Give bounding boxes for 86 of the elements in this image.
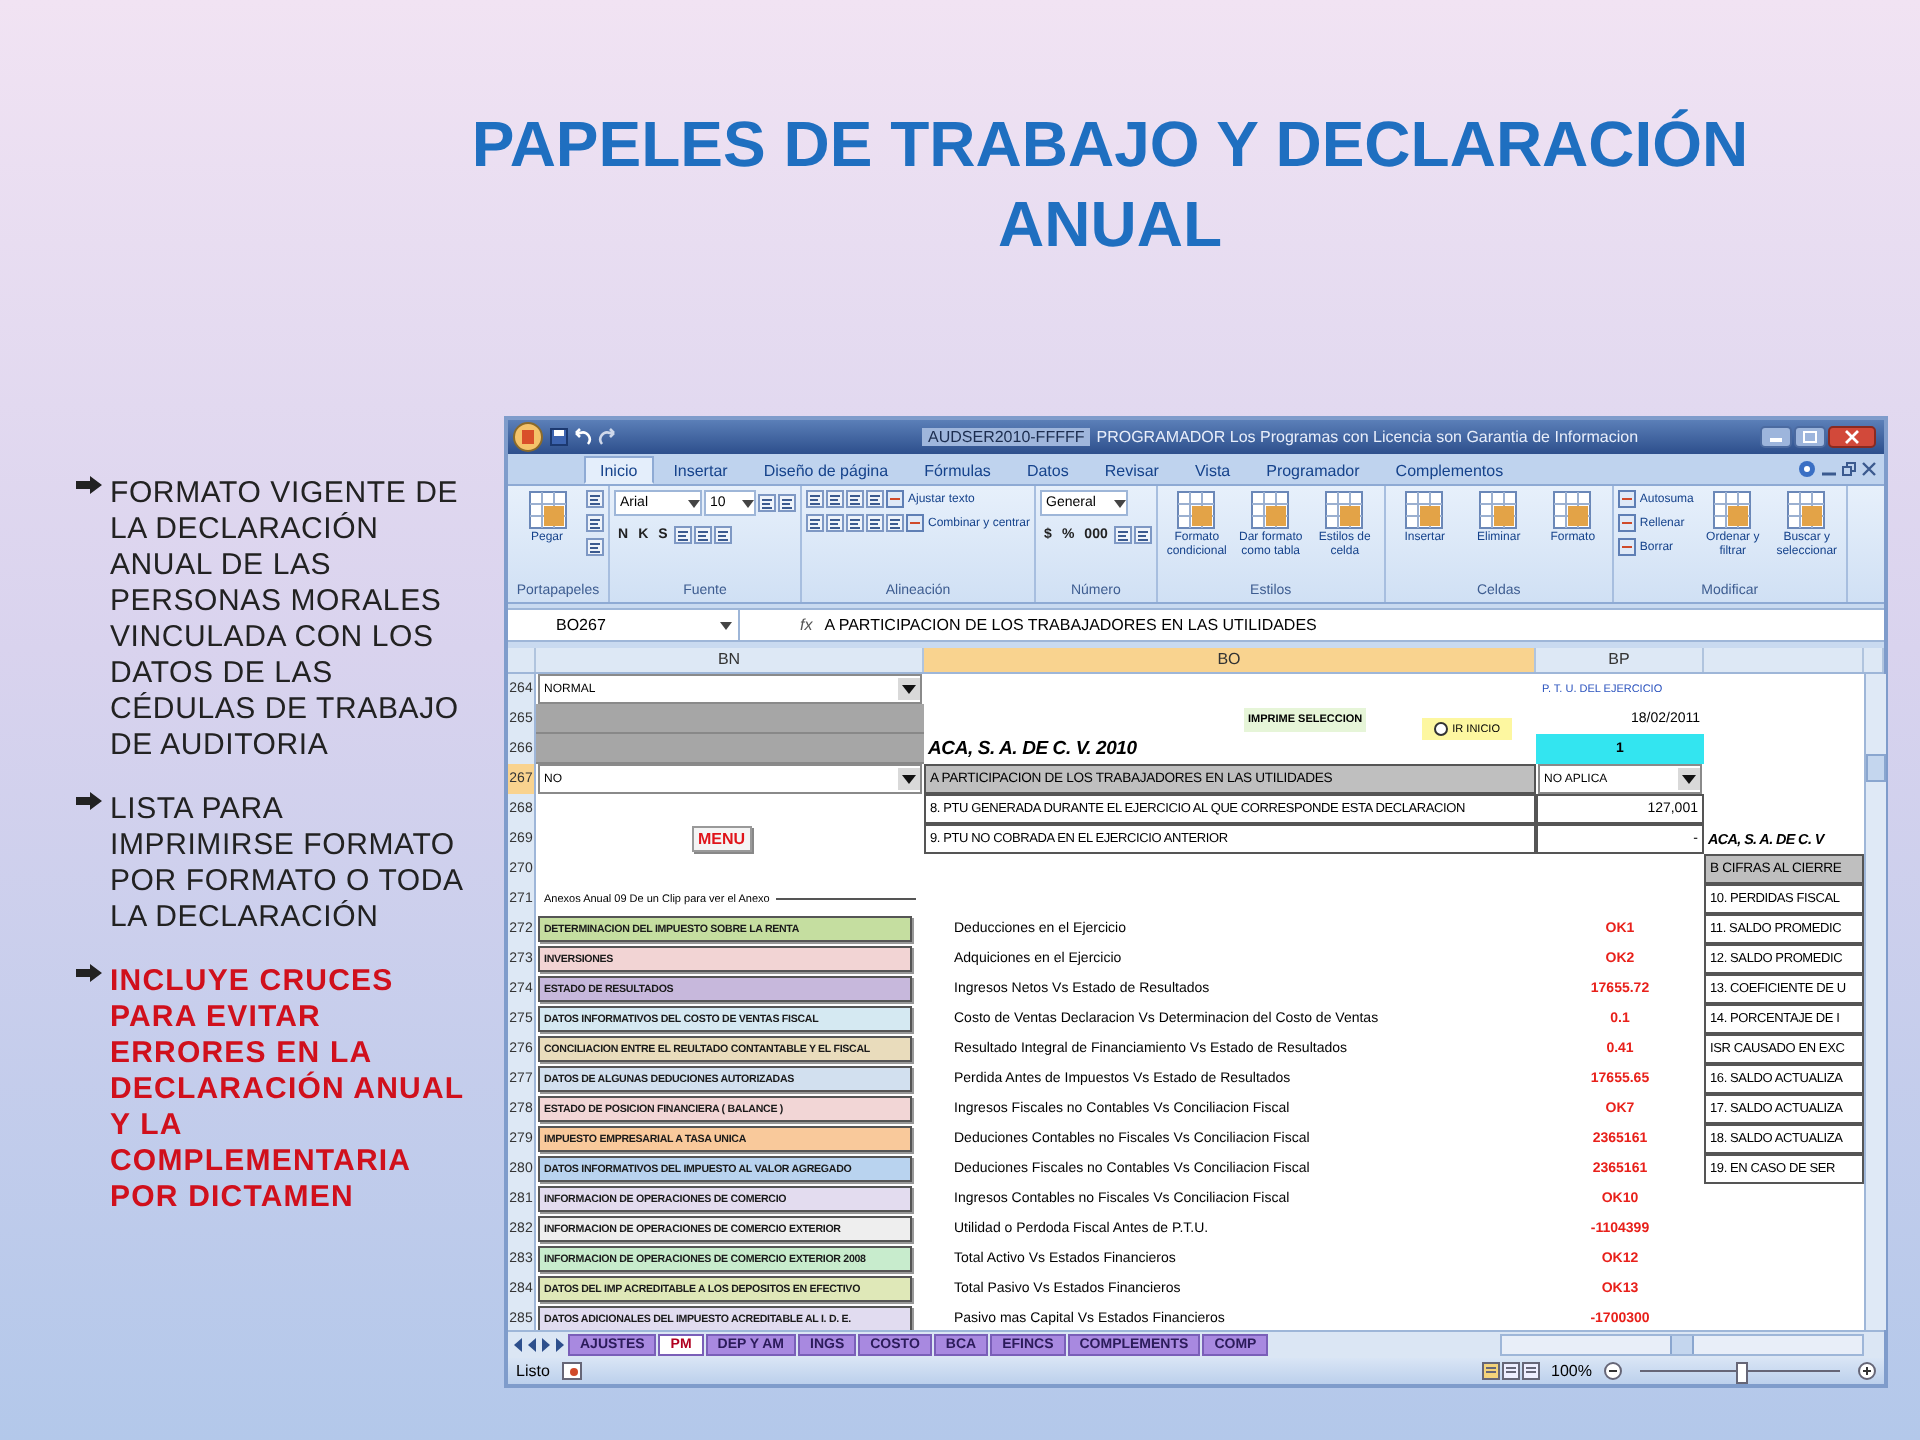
toolbar-icon[interactable] [1113, 525, 1132, 543]
caret-icon [688, 499, 700, 507]
view-icon[interactable] [1521, 1362, 1540, 1380]
view-icon[interactable] [1501, 1362, 1520, 1380]
toolbar-icon[interactable] [586, 490, 604, 508]
toolbar-icon[interactable] [713, 525, 732, 543]
table-icon [1250, 490, 1291, 530]
formula-field[interactable]: A PARTICIPACION DE LOS TRABAJADORES EN LAS UTILIDADES [824, 616, 1317, 634]
ribbon-tab[interactable]: Insertar [657, 456, 744, 484]
toolbar-icon[interactable] [886, 514, 904, 532]
toolbar-icon[interactable] [806, 514, 824, 532]
toolbar-icon[interactable] [866, 490, 884, 508]
toolbar-icon[interactable] [846, 490, 864, 508]
table-icon [1786, 490, 1827, 530]
window-title: PROGRAMADOR Los Programas con Licencia son Garantia de Informacion [1096, 428, 1639, 446]
redo-icon[interactable] [598, 428, 616, 446]
ribbon-tab[interactable]: Complementos [1379, 456, 1520, 484]
office-button-icon[interactable] [512, 422, 544, 452]
bullet-text: LISTA PARA IMPRIMIRSE FORMATO POR FORMATO O TODA LA DECLARACIÓN [110, 792, 465, 936]
close-icon[interactable] [1862, 462, 1876, 476]
menu-button[interactable]: MENU [692, 826, 752, 852]
table-icon [1324, 490, 1365, 530]
ribbon-tab[interactable]: Diseño de página [747, 456, 905, 484]
caret-icon [1114, 499, 1127, 507]
table-icon [1552, 490, 1593, 530]
cell-title: ACA, S. A. DE C. V. 2010 [926, 738, 1137, 760]
help-icon[interactable] [1798, 460, 1816, 478]
toolbar-icon[interactable] [673, 525, 692, 543]
zoom-out-icon[interactable] [1604, 1362, 1622, 1380]
toolbar-icon[interactable] [806, 490, 824, 508]
maximize-icon[interactable] [1794, 426, 1826, 448]
caret-icon [898, 678, 920, 700]
table-icon [1404, 490, 1445, 530]
file-name: AUDSER2010-FFFFF [922, 428, 1091, 446]
ribbon-tab[interactable]: Revisar [1088, 456, 1175, 484]
toolbar-icon [1617, 514, 1636, 532]
zoom-level: 100% [1551, 1362, 1592, 1380]
slider-thumb[interactable] [1736, 1362, 1748, 1384]
arrow-icon [76, 476, 102, 494]
caret-icon [742, 499, 754, 507]
toolbar-icon[interactable] [1133, 525, 1152, 543]
ribbon-tab[interactable]: Programador [1250, 456, 1376, 484]
bullet-text: FORMATO VIGENTE DE LA DECLARACIÓN ANUAL DE LAS PERSONAS MORALES VINCULADA CON LOS DATOS DE LAS CÉDULAS DE TRABAJO DE AUDITORIA [110, 476, 461, 764]
view-icon[interactable] [1481, 1362, 1500, 1380]
restore-icon[interactable] [1842, 462, 1856, 476]
column-header[interactable]: BO [924, 648, 1536, 672]
toolbar-icon[interactable] [693, 525, 712, 543]
ribbon-tab[interactable]: Vista [1178, 456, 1247, 484]
toolbar-icon[interactable] [758, 494, 776, 512]
toolbar-icon[interactable] [586, 538, 604, 556]
toolbar-icon[interactable] [778, 494, 796, 512]
ribbon-tab[interactable]: Datos [1010, 456, 1085, 484]
minimize-icon[interactable] [1760, 426, 1792, 448]
toolbar-icon[interactable] [826, 514, 844, 532]
toolbar-icon[interactable] [826, 490, 844, 508]
arrow-icon [76, 964, 102, 982]
caret-icon [720, 621, 732, 629]
table-icon [1712, 490, 1753, 530]
undo-icon[interactable] [574, 428, 592, 446]
arrow-icon [76, 792, 102, 810]
horizontal-scrollbar[interactable] [1500, 1334, 1864, 1356]
table-icon [527, 490, 567, 530]
table-icon [1478, 490, 1519, 530]
function-label[interactable]: fx [740, 616, 825, 634]
save-icon[interactable] [550, 428, 568, 446]
slide-title: PAPELES DE TRABAJO Y DECLARACIÓN ANUAL [469, 106, 1751, 264]
close-icon[interactable] [1828, 426, 1876, 448]
table-icon [1176, 490, 1217, 530]
ribbon-tab[interactable]: Inicio [584, 456, 654, 484]
toolbar-icon [1617, 538, 1636, 556]
vertical-scrollbar[interactable] [1864, 674, 1886, 1330]
toolbar-icon [1617, 490, 1636, 508]
toolbar-icon [886, 490, 904, 508]
toolbar-icon[interactable] [586, 514, 604, 532]
caret-icon [898, 768, 920, 790]
toolbar-icon[interactable] [866, 514, 884, 532]
name-box[interactable]: BO267 [508, 610, 740, 640]
bullet-text: INCLUYE CRUCES PARA EVITAR ERRORES EN LA DECLARACIÓN ANUAL Y LA COMPLEMENTARIA POR DICTAMEN [110, 964, 466, 1216]
toolbar-icon[interactable] [846, 514, 864, 532]
column-header[interactable]: BP [1536, 648, 1704, 672]
toolbar-icon [906, 514, 924, 532]
zoom-in-icon[interactable] [1858, 1362, 1876, 1380]
status-text: Listo [516, 1362, 550, 1380]
record-macro-icon[interactable] [561, 1362, 582, 1380]
caret-icon [1678, 768, 1700, 790]
ribbon-tab[interactable]: Fórmulas [908, 456, 1007, 484]
